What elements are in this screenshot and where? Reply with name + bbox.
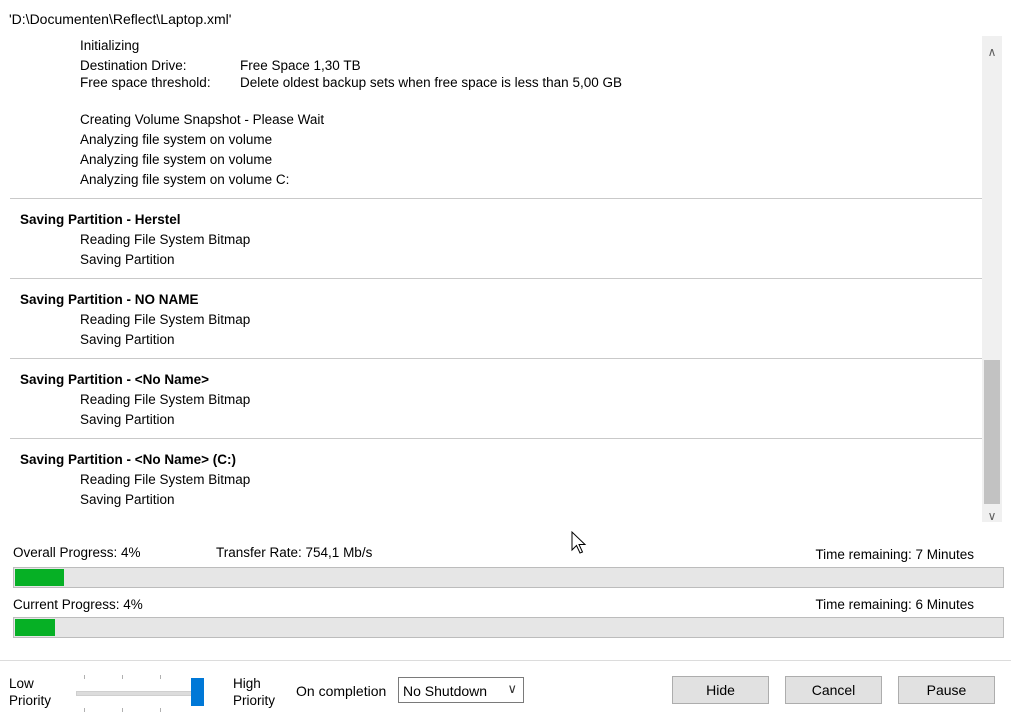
pause-button[interactable]: Pause: [898, 676, 995, 704]
log-line: Saving Partition: [80, 252, 175, 267]
overall-progress-label: Overall Progress: 4%: [13, 545, 141, 560]
current-progress-label: Current Progress: 4%: [13, 597, 143, 612]
destination-label: Destination Drive:: [80, 58, 187, 73]
threshold-value: Delete oldest backup sets when free spac…: [240, 75, 622, 90]
on-completion-label: On completion: [296, 683, 387, 699]
log-line: Reading File System Bitmap: [80, 232, 251, 247]
log-line: Analyzing file system on volume: [80, 132, 273, 147]
log-line: Saving Partition: [80, 412, 175, 427]
current-progress-fill: [15, 619, 55, 636]
scroll-down-icon[interactable]: ∨: [982, 508, 1002, 524]
log-line: Reading File System Bitmap: [80, 392, 251, 407]
on-completion-select[interactable]: No Shutdown ∨: [398, 677, 524, 703]
log-line: Creating Volume Snapshot - Please Wait: [80, 112, 325, 127]
log-section: Saving Partition - NO NAME Reading File …: [10, 279, 982, 359]
scroll-thumb[interactable]: [984, 360, 1000, 504]
log-section: Saving Partition - <No Name> (C:) Readin…: [10, 439, 982, 519]
overall-time-remaining: Time remaining: 7 Minutes: [815, 547, 974, 562]
log-line: Reading File System Bitmap: [80, 472, 251, 487]
section-title: Saving Partition - NO NAME: [20, 292, 199, 307]
section-title: Saving Partition - Herstel: [20, 212, 181, 227]
chevron-down-icon: ∨: [507, 681, 517, 696]
transfer-rate: Transfer Rate: 754,1 Mb/s: [216, 545, 373, 560]
log-section: Saving Partition - <No Name> Reading Fil…: [10, 359, 982, 439]
overall-progress-bar: [13, 567, 1004, 588]
log-line: Reading File System Bitmap: [80, 312, 251, 327]
footer-divider: [0, 660, 1011, 661]
mouse-cursor-icon: [571, 530, 587, 554]
log-line: Saving Partition: [80, 492, 175, 507]
high-priority-label-line1: High: [233, 676, 261, 691]
priority-slider-track[interactable]: [76, 691, 200, 696]
log-panel: Initializing Destination Drive: Free Spa…: [10, 36, 982, 520]
section-title: Saving Partition - <No Name> (C:): [20, 452, 237, 467]
log-init-section: Initializing Destination Drive: Free Spa…: [10, 36, 982, 198]
log-line: Saving Partition: [80, 332, 175, 347]
scroll-up-icon[interactable]: ∧: [982, 44, 1002, 60]
high-priority-label: High Priority: [233, 675, 275, 709]
log-section: Saving Partition - Herstel Reading File …: [10, 199, 982, 279]
threshold-label: Free space threshold:: [80, 75, 211, 90]
log-scrollbar[interactable]: ∧ ∨: [982, 36, 1002, 524]
section-title: Saving Partition - <No Name>: [20, 372, 210, 387]
current-progress-bar: [13, 617, 1004, 638]
hide-button[interactable]: Hide: [672, 676, 769, 704]
low-priority-label-line1: Low: [9, 676, 34, 691]
overall-progress-fill: [15, 569, 64, 586]
current-time-remaining: Time remaining: 6 Minutes: [815, 597, 974, 612]
cancel-button[interactable]: Cancel: [785, 676, 882, 704]
high-priority-label-line2: Priority: [233, 693, 276, 708]
log-line: Analyzing file system on volume C:: [80, 172, 290, 187]
on-completion-value: No Shutdown: [403, 683, 488, 699]
low-priority-label: Low Priority: [9, 675, 51, 709]
priority-slider-handle[interactable]: [191, 678, 204, 706]
priority-slider[interactable]: [76, 675, 206, 715]
window-title: 'D:\Documenten\Reflect\Laptop.xml': [9, 11, 232, 27]
log-line: Initializing: [80, 38, 140, 53]
log-line: Analyzing file system on volume: [80, 152, 273, 167]
low-priority-label-line2: Priority: [9, 693, 52, 708]
destination-value: Free Space 1,30 TB: [240, 58, 361, 73]
